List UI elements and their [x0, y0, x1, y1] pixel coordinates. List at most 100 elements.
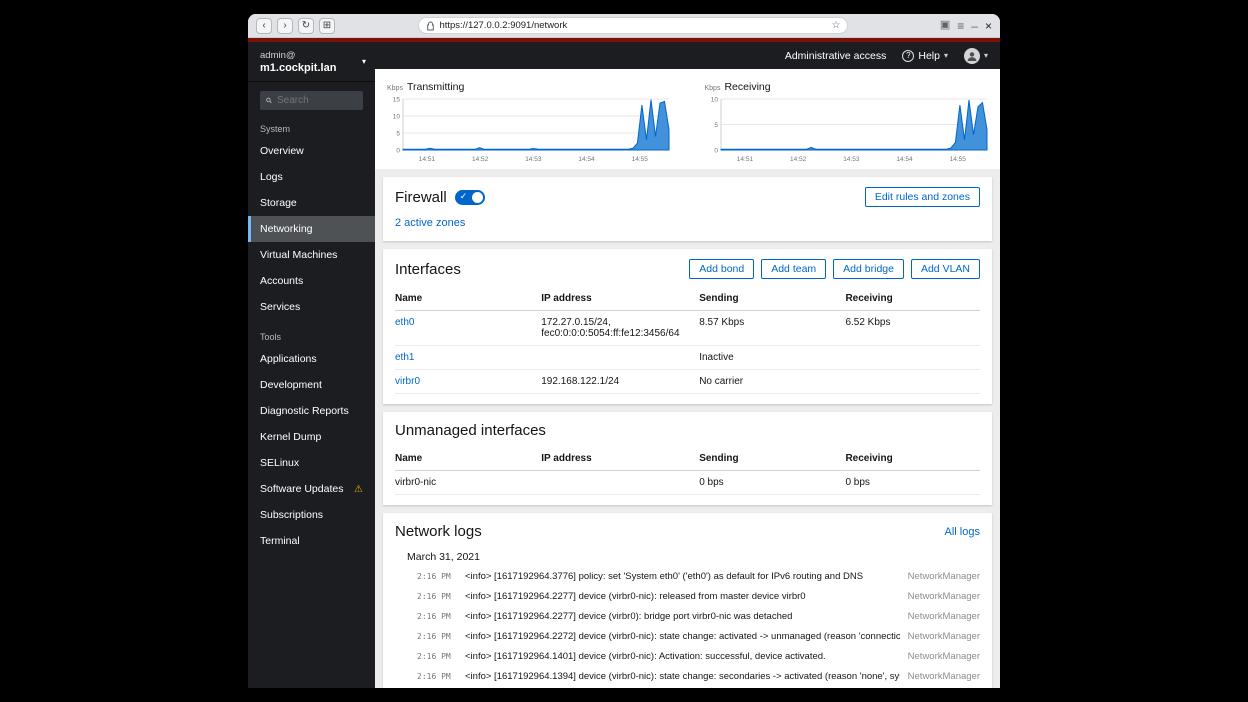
sidebar-item-storage[interactable]: Storage [248, 190, 375, 216]
help-icon: ? [902, 50, 914, 62]
sidebar-item-accounts[interactable]: Accounts [248, 268, 375, 294]
firewall-toggle[interactable]: ✓ [455, 190, 485, 205]
table-row[interactable]: eth0 172.27.0.15/24, fec0:0:0:0:5054:ff:… [395, 311, 980, 346]
receiving-cell: 6.52 Kbps [845, 311, 980, 346]
table-row[interactable]: eth1 Inactive [395, 346, 980, 370]
session-menu[interactable]: ▾ [964, 48, 988, 64]
sidebar-search[interactable] [260, 91, 363, 110]
sidebar-item-networking[interactable]: Networking [248, 216, 375, 242]
sidebar-item-subscriptions[interactable]: Subscriptions [248, 502, 375, 528]
interfaces-table: Name IP address Sending Receiving eth0 1… [395, 288, 980, 394]
network-logs-title: Network logs [395, 523, 482, 540]
log-time: 2:16 PM [417, 632, 457, 641]
sidebar-item-development[interactable]: Development [248, 372, 375, 398]
toggle-knob [472, 192, 483, 203]
table-row[interactable]: virbr0 192.168.122.1/24 No carrier [395, 370, 980, 394]
search-input[interactable] [277, 95, 357, 106]
add-team-button[interactable]: Add team [761, 259, 826, 279]
forward-button[interactable]: › [277, 18, 293, 34]
log-message: <info> [1617192964.1401] device (virbr0-… [465, 651, 900, 662]
ip-cell [541, 346, 699, 370]
log-source: NetworkManager [908, 651, 980, 662]
interface-link-virbr0[interactable]: virbr0 [395, 376, 420, 387]
column-header-receiving: Receiving [845, 448, 980, 471]
log-entry[interactable]: 2:16 PM <info> [1617192964.1388] device … [395, 686, 980, 688]
chevron-down-icon: ▾ [984, 51, 988, 60]
log-time: 2:16 PM [417, 652, 457, 661]
sidebar-item-applications[interactable]: Applications [248, 346, 375, 372]
address-bar[interactable]: ☆ [418, 17, 848, 34]
ip-cell: 192.168.122.1/24 [541, 370, 699, 394]
firewall-card: Firewall ✓ Edit rules and zones 2 active… [383, 177, 992, 241]
host-switcher[interactable]: admin@ m1.cockpit.lan ▾ [248, 42, 375, 82]
menu-icon[interactable]: ≡ [957, 20, 964, 32]
help-menu[interactable]: ? Help ▾ [902, 50, 948, 62]
browser-toolbar: ‹ › ↻ ⊞ ☆ ▣ ≡ – × [248, 14, 1000, 38]
masthead: Administrative access ? Help ▾ ▾ [375, 42, 1000, 69]
reload-button[interactable]: ↻ [298, 18, 314, 34]
chrome-controls: ▣ ≡ – × [940, 20, 992, 32]
tab-overview-icon[interactable]: ▣ [940, 20, 950, 31]
log-entry[interactable]: 2:16 PM <info> [1617192964.2277] device … [395, 606, 980, 626]
ip-cell: 172.27.0.15/24, fec0:0:0:0:5054:ff:fe12:… [541, 311, 699, 346]
sidebar-item-overview[interactable]: Overview [248, 138, 375, 164]
receiving-cell [845, 370, 980, 394]
svg-text:5: 5 [714, 122, 718, 129]
host-name: m1.cockpit.lan [260, 62, 363, 74]
toggle-check-icon: ✓ [460, 191, 468, 202]
log-entry[interactable]: 2:16 PM <info> [1617192964.1401] device … [395, 646, 980, 666]
log-source: NetworkManager [908, 631, 980, 642]
transmitting-plot: 15105014:5114:5214:5314:5414:55 [385, 95, 673, 163]
interface-link-eth0[interactable]: eth0 [395, 317, 414, 328]
log-entry[interactable]: 2:16 PM <info> [1617192964.2272] device … [395, 626, 980, 646]
column-header-ip: IP address [541, 448, 699, 471]
add-bridge-button[interactable]: Add bridge [833, 259, 904, 279]
table-row: virbr0-nic 0 bps 0 bps [395, 471, 980, 495]
sidebar-item-diagnostic-reports[interactable]: Diagnostic Reports [248, 398, 375, 424]
sidebar-item-software-updates[interactable]: Software Updates ⚠ [248, 476, 375, 502]
sidebar-item-virtual-machines[interactable]: Virtual Machines [248, 242, 375, 268]
close-button[interactable]: × [985, 20, 992, 32]
sidebar-item-services[interactable]: Services [248, 294, 375, 320]
svg-text:14:53: 14:53 [843, 156, 860, 163]
log-entry[interactable]: 2:16 PM <info> [1617192964.2277] device … [395, 586, 980, 606]
active-zones-link[interactable]: 2 active zones [395, 217, 465, 229]
warning-icon: ⚠ [354, 484, 363, 495]
interface-link-eth1[interactable]: eth1 [395, 352, 414, 363]
add-bond-button[interactable]: Add bond [689, 259, 754, 279]
svg-text:10: 10 [393, 114, 401, 121]
chart-unit-label: Kbps [387, 85, 403, 92]
log-source: NetworkManager [908, 571, 980, 582]
log-entry[interactable]: 2:16 PM <info> [1617192964.3776] policy:… [395, 566, 980, 586]
log-entry[interactable]: 2:16 PM <info> [1617192964.1394] device … [395, 666, 980, 686]
sidebar-item-logs[interactable]: Logs [248, 164, 375, 190]
add-vlan-button[interactable]: Add VLAN [911, 259, 980, 279]
sidebar-item-terminal[interactable]: Terminal [248, 528, 375, 554]
administrative-access-button[interactable]: Administrative access [785, 50, 887, 62]
new-tab-button[interactable]: ⊞ [319, 18, 335, 34]
cockpit-app: admin@ m1.cockpit.lan ▾ System Overview … [248, 42, 1000, 688]
chart-title: Transmitting [407, 81, 464, 93]
minimize-button[interactable]: – [971, 20, 978, 32]
bookmark-star-icon[interactable]: ☆ [831, 21, 840, 31]
column-header-receiving: Receiving [845, 288, 980, 311]
log-message: <info> [1617192964.2277] device (virbr0)… [465, 611, 900, 622]
log-message: <info> [1617192964.1394] device (virbr0-… [465, 671, 900, 682]
receiving-cell [845, 346, 980, 370]
log-date-header: March 31, 2021 [407, 551, 980, 563]
svg-text:14:53: 14:53 [525, 156, 542, 163]
all-logs-link[interactable]: All logs [945, 526, 980, 538]
ip-cell [541, 471, 699, 495]
column-header-ip: IP address [541, 288, 699, 311]
receiving-plot: 105014:5114:5214:5314:5414:55 [703, 95, 991, 163]
back-button[interactable]: ‹ [256, 18, 272, 34]
chart-title: Receiving [724, 81, 770, 93]
sidebar-item-selinux[interactable]: SELinux [248, 450, 375, 476]
svg-text:14:51: 14:51 [419, 156, 436, 163]
svg-text:15: 15 [393, 97, 401, 104]
sidebar-item-kernel-dump[interactable]: Kernel Dump [248, 424, 375, 450]
edit-rules-zones-button[interactable]: Edit rules and zones [865, 187, 980, 207]
url-input[interactable] [439, 20, 827, 31]
site-security-icon [426, 21, 435, 31]
unmanaged-title: Unmanaged interfaces [395, 422, 980, 439]
